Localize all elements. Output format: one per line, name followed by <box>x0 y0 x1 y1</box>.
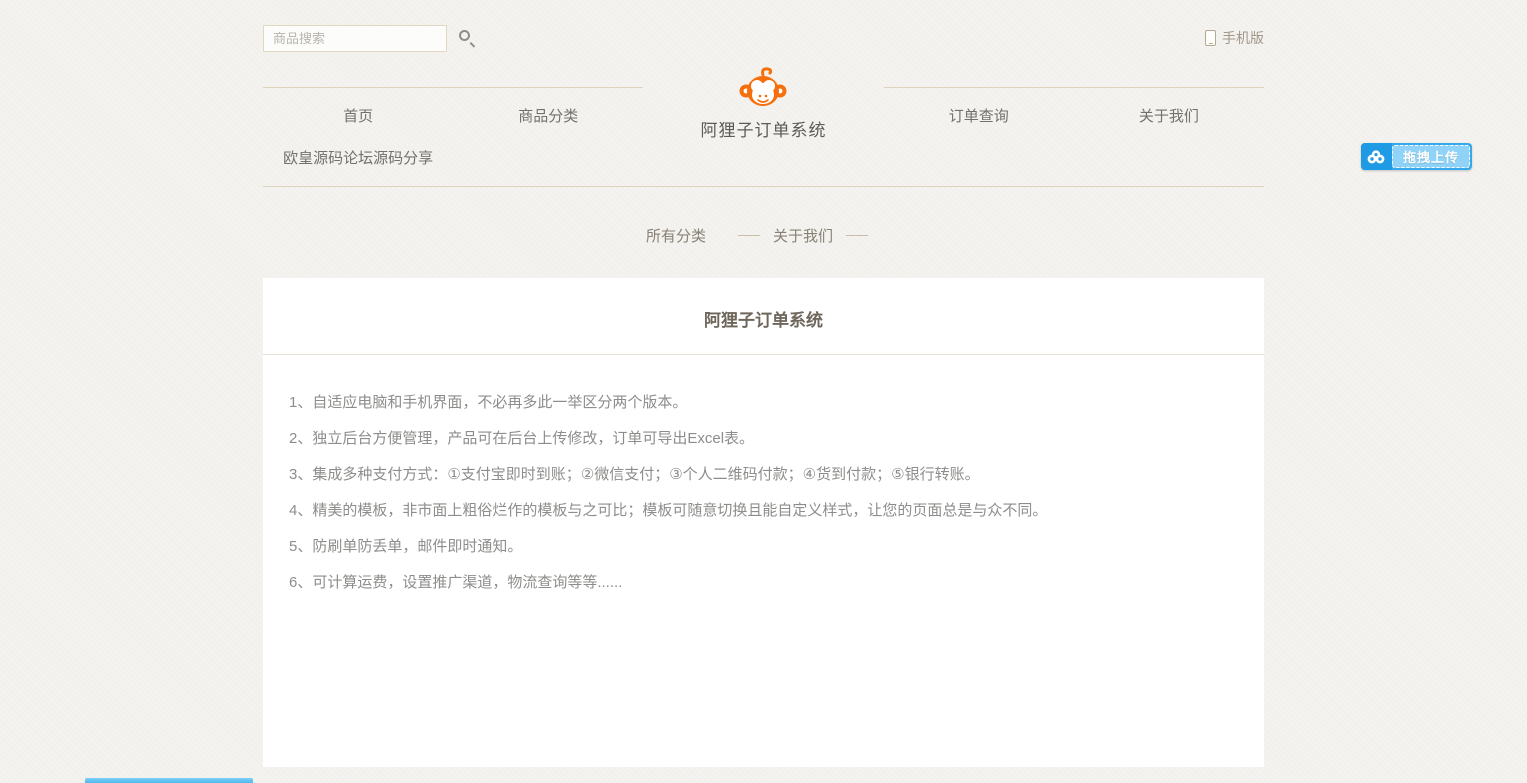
feature-item: 4、精美的模板，非市面上粗俗烂作的模板与之可比；模板可随意切换且能自定义样式，让… <box>289 493 1238 529</box>
content-card: 阿狸子订单系统 1、自适应电脑和手机界面，不必再多此一举区分两个版本。 2、独立… <box>263 278 1264 767</box>
nav-item-about[interactable]: 关于我们 <box>1074 88 1264 140</box>
feature-item: 3、集成多种支付方式：①支付宝即时到账；②微信支付；③个人二维码付款；④货到付款… <box>289 457 1238 493</box>
nav-row-2: 欧皇源码论坛源码分享 <box>263 140 1264 186</box>
breadcrumb: 所有分类 关于我们 <box>263 225 1264 246</box>
baidu-netdisk-upload-widget[interactable]: 拖拽上传 <box>1361 143 1472 170</box>
page-container: 手机版 首页 商品分类 <box>263 0 1264 767</box>
feature-item: 6、可计算运费，设置推广渠道，物流查询等等...... <box>289 565 1238 601</box>
nav-col-logo: 阿狸子订单系统 <box>643 87 883 140</box>
drag-upload-label: 拖拽上传 <box>1392 145 1470 168</box>
mobile-version-label: 手机版 <box>1222 28 1264 48</box>
phone-icon <box>1205 30 1216 46</box>
nav-col-forum: 欧皇源码论坛源码分享 <box>263 140 453 186</box>
nav-col-categories: 商品分类 <box>453 87 643 140</box>
main-nav: 首页 商品分类 <box>263 87 1264 187</box>
monkey-logo-icon <box>738 67 788 109</box>
page-title: 阿狸子订单系统 <box>263 278 1264 355</box>
logo-title: 阿狸子订单系统 <box>668 116 858 141</box>
nav-col-about: 关于我们 <box>1074 87 1264 140</box>
baidu-netdisk-icon <box>1361 143 1392 170</box>
dash-divider <box>738 235 760 236</box>
nav-col-home: 首页 <box>263 87 453 140</box>
nav-row-1: 首页 商品分类 <box>263 87 1264 140</box>
nav-item-home[interactable]: 首页 <box>263 88 453 140</box>
breadcrumb-current-about[interactable]: 关于我们 <box>773 225 833 246</box>
feature-item: 5、防刷单防丢单，邮件即时通知。 <box>289 529 1238 565</box>
magnifier-icon <box>459 30 470 41</box>
site-logo[interactable]: 阿狸子订单系统 <box>668 67 858 141</box>
mobile-version-link[interactable]: 手机版 <box>1205 28 1264 48</box>
feature-list: 1、自适应电脑和手机界面，不必再多此一举区分两个版本。 2、独立后台方便管理，产… <box>263 355 1264 641</box>
feature-item: 1、自适应电脑和手机界面，不必再多此一举区分两个版本。 <box>289 385 1238 421</box>
feature-item: 2、独立后台方便管理，产品可在后台上传修改，订单可导出Excel表。 <box>289 421 1238 457</box>
nav-item-categories[interactable]: 商品分类 <box>453 88 643 140</box>
nav-col-order-query: 订单查询 <box>884 87 1074 140</box>
search-input[interactable] <box>264 31 455 46</box>
nav-item-forum[interactable]: 欧皇源码论坛源码分享 <box>263 140 453 186</box>
dash-divider <box>846 235 868 236</box>
nav-item-order-query[interactable]: 订单查询 <box>884 88 1074 140</box>
bottom-edge-partial-widget[interactable] <box>85 778 253 783</box>
product-search-box <box>263 25 447 52</box>
breadcrumb-all-categories[interactable]: 所有分类 <box>646 225 706 246</box>
